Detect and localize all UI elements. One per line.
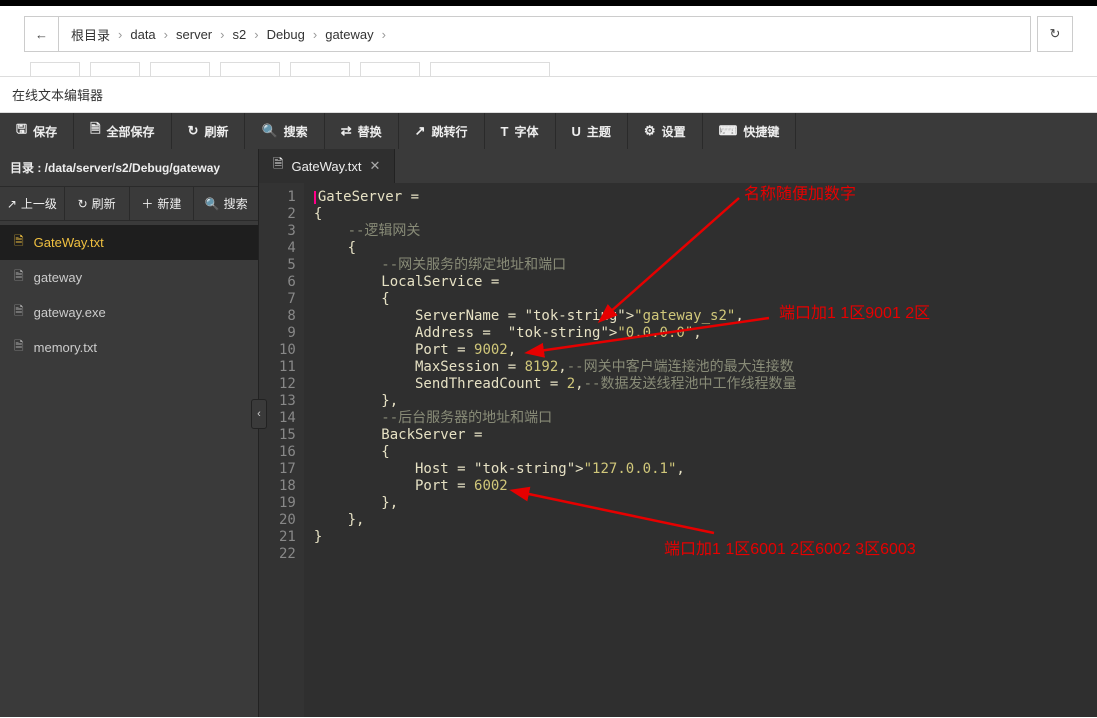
file-list: 🗎 GateWay.txt 🗎 gateway 🗎 gateway.exe 🗎 memo… (0, 221, 258, 369)
file-icon: 🗎 (14, 302, 24, 323)
shortcuts-button[interactable]: ⌨快捷键 (703, 113, 797, 149)
refresh-icon: ↻ (1050, 26, 1061, 42)
save-all-button[interactable]: 🗎全部保存 (74, 113, 171, 149)
search-icon: 🔍 (261, 123, 277, 139)
editor-tab[interactable]: 🗎 GateWay.txt ✕ (259, 149, 395, 183)
search-icon: 🔍 (205, 197, 220, 211)
sidebar-actions: ↗上一级 ↻刷新 ＋新建 🔍搜索 (0, 187, 258, 221)
code-area: 🗎 GateWay.txt ✕ 123456789101112131415161… (259, 149, 1097, 717)
sidebar-new-button[interactable]: ＋新建 (130, 187, 195, 220)
theme-icon: U (572, 124, 581, 139)
gear-icon: ⚙ (644, 123, 656, 139)
file-item[interactable]: 🗎 gateway (0, 260, 258, 295)
partial-buttons-row (0, 62, 1097, 76)
refresh-icon: ↻ (78, 197, 88, 211)
sidebar-up-button[interactable]: ↗上一级 (0, 187, 65, 220)
search-button[interactable]: 🔍搜索 (245, 113, 324, 149)
breadcrumb-item[interactable]: data (126, 27, 159, 42)
plus-icon: ＋ (141, 195, 153, 212)
chevron-right-icon: › (254, 27, 258, 42)
save-all-icon: 🗎 (90, 120, 100, 142)
breadcrumb-item[interactable]: Debug (263, 27, 309, 42)
editor-lower-area: 目录 : /data/server/s2/Debug/gateway ↗上一级 … (0, 149, 1097, 717)
file-name: memory.txt (34, 340, 97, 355)
code-body[interactable]: 12345678910111213141516171819202122 Gate… (259, 183, 1097, 717)
sidebar-collapse-handle[interactable]: ‹ (251, 399, 267, 429)
line-gutter: 12345678910111213141516171819202122 (259, 183, 304, 717)
annotation-text-2: 端口加1 1区9001 2区 (779, 305, 930, 322)
breadcrumb-refresh-button[interactable]: ↻ (1037, 16, 1073, 52)
arrow-left-icon: ← (35, 27, 48, 42)
file-sidebar: 目录 : /data/server/s2/Debug/gateway ↗上一级 … (0, 149, 259, 717)
tab-label: GateWay.txt (291, 159, 361, 174)
save-button[interactable]: 🖫保存 (0, 113, 74, 149)
sidebar-search-button[interactable]: 🔍搜索 (194, 187, 258, 220)
file-name: GateWay.txt (34, 235, 104, 250)
breadcrumb-box: ← 根目录 › data › server › s2 › Debug › gateway › (24, 16, 1031, 52)
code-text[interactable]: GateServer ={ --逻辑网关 { --网关服务的绑定地址和端口 Lo… (304, 183, 797, 717)
breadcrumb-items: 根目录 › data › server › s2 › Debug › gateway › (59, 17, 394, 51)
breadcrumb-item[interactable]: gateway (321, 27, 377, 42)
file-item[interactable]: 🗎 memory.txt (0, 330, 258, 365)
replace-button[interactable]: ⇄替换 (325, 113, 399, 149)
file-item[interactable]: 🗎 gateway.exe (0, 295, 258, 330)
chevron-right-icon: › (164, 27, 168, 42)
breadcrumb-item[interactable]: server (172, 27, 216, 42)
chevron-right-icon: › (220, 27, 224, 42)
goto-button[interactable]: ↗跳转行 (399, 113, 485, 149)
font-button[interactable]: T字体 (485, 113, 556, 149)
refresh-button[interactable]: ↻刷新 (172, 113, 246, 149)
chevron-right-icon: › (313, 27, 317, 42)
file-name: gateway (34, 270, 82, 285)
sidebar-path-label: 目录 : /data/server/s2/Debug/gateway (0, 149, 258, 187)
settings-button[interactable]: ⚙设置 (628, 113, 703, 149)
up-icon: ↗ (7, 197, 17, 211)
save-icon: 🖫 (16, 120, 27, 142)
goto-icon: ↗ (415, 123, 426, 139)
keyboard-icon: ⌨ (719, 123, 738, 139)
editor-window-title: 在线文本编辑器 (0, 76, 1097, 113)
editor-tabbar: 🗎 GateWay.txt ✕ (259, 149, 1097, 183)
editor-toolbar: 🖫保存 🗎全部保存 ↻刷新 🔍搜索 ⇄替换 ↗跳转行 T字体 U主题 ⚙设置 ⌨… (0, 113, 1097, 149)
editor-title-text: 在线文本编辑器 (12, 88, 103, 103)
file-icon: 🗎 (273, 155, 283, 177)
file-name: gateway.exe (34, 305, 106, 320)
font-icon: T (501, 124, 509, 139)
theme-button[interactable]: U主题 (556, 113, 628, 149)
file-item[interactable]: 🗎 GateWay.txt (0, 225, 258, 260)
replace-icon: ⇄ (341, 123, 352, 139)
file-icon: 🗎 (14, 232, 24, 253)
chevron-left-icon: ‹ (257, 408, 261, 420)
chevron-right-icon: › (382, 27, 386, 42)
chevron-right-icon: › (118, 27, 122, 42)
sidebar-refresh-button[interactable]: ↻刷新 (65, 187, 130, 220)
breadcrumb-row: ← 根目录 › data › server › s2 › Debug › gateway ›… (0, 6, 1097, 62)
file-icon: 🗎 (14, 267, 24, 288)
file-icon: 🗎 (14, 337, 24, 358)
refresh-icon: ↻ (188, 123, 199, 139)
breadcrumb-back-button[interactable]: ← (25, 17, 59, 51)
breadcrumb-item[interactable]: 根目录 (67, 25, 114, 44)
close-icon[interactable]: ✕ (370, 158, 381, 174)
breadcrumb-item[interactable]: s2 (228, 27, 250, 42)
